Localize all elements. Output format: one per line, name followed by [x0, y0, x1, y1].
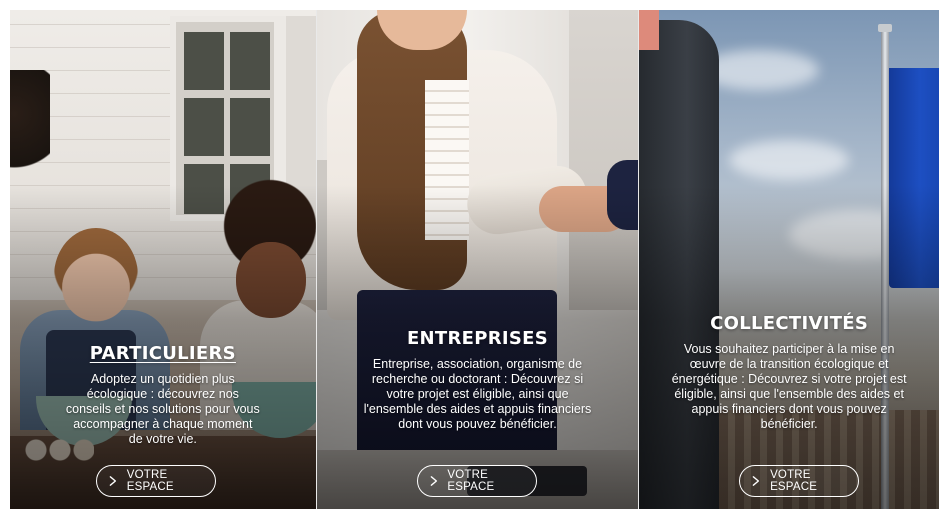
card-collectivites[interactable]: COLLECTIVITÉS Vous souhaitez participer …	[638, 10, 939, 509]
chevron-right-icon	[109, 476, 117, 486]
chevron-right-icon	[753, 476, 760, 486]
votre-espace-button[interactable]: VOTRE ESPACE	[739, 465, 860, 497]
card-description: Adoptez un quotidien plus écologique : d…	[65, 372, 260, 446]
card-content: COLLECTIVITÉS Vous souhaitez participer …	[639, 313, 939, 432]
button-label: VOTRE ESPACE	[126, 469, 174, 493]
dark-overlay	[316, 10, 639, 509]
card-entreprises[interactable]: ENTREPRISES Entreprise, association, org…	[315, 10, 639, 509]
card-description: Entreprise, association, organisme de re…	[363, 357, 592, 431]
card-title[interactable]: ENTREPRISES	[317, 328, 639, 349]
chevron-right-icon	[430, 476, 437, 486]
audience-cards: PARTICULIERS Adoptez un quotidien plus é…	[10, 10, 939, 509]
dark-overlay	[639, 10, 939, 509]
button-label: VOTRE ESPACE	[447, 469, 495, 493]
card-title[interactable]: PARTICULIERS	[10, 343, 316, 364]
card-particuliers[interactable]: PARTICULIERS Adoptez un quotidien plus é…	[10, 10, 316, 509]
card-description: Vous souhaitez participer à la mise en œ…	[671, 342, 907, 431]
card-title[interactable]: COLLECTIVITÉS	[639, 313, 939, 334]
votre-espace-button[interactable]: VOTRE ESPACE	[96, 465, 216, 497]
card-content: PARTICULIERS Adoptez un quotidien plus é…	[10, 343, 316, 447]
card-content: ENTREPRISES Entreprise, association, org…	[317, 328, 639, 432]
votre-espace-button[interactable]: VOTRE ESPACE	[416, 465, 537, 497]
button-label: VOTRE ESPACE	[770, 469, 818, 493]
